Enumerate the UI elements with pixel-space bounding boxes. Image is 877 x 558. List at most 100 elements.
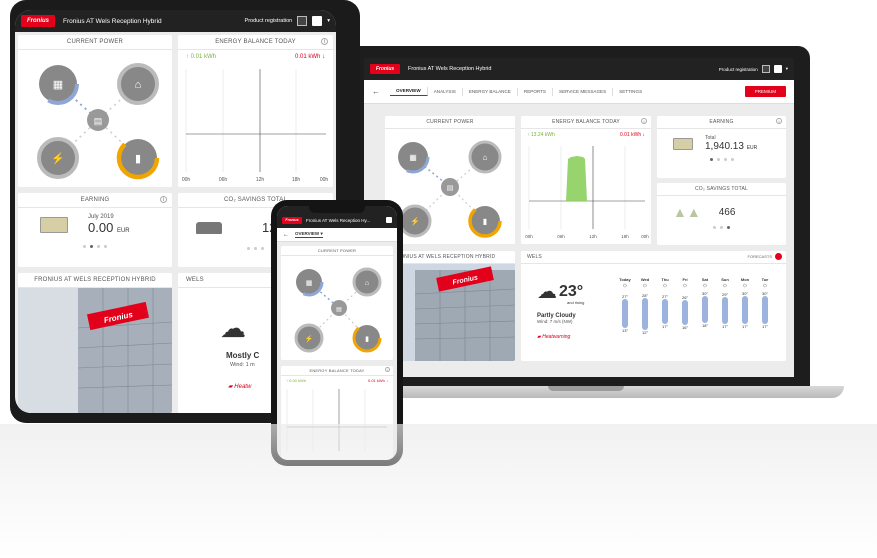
- laptop-navbar: ← OVERVIEW ANALYSIS ENERGY BALANCE REPOR…: [364, 80, 794, 104]
- energy-balance-chart: 00h 06h 12h 18h 00h: [525, 146, 649, 239]
- info-icon[interactable]: i: [776, 118, 782, 124]
- chevron-down-icon[interactable]: ▾: [786, 66, 788, 72]
- earning-value: 1,940.13: [705, 141, 744, 152]
- money-stack-icon: [40, 216, 68, 233]
- nav-overview[interactable]: OVERVIEW: [390, 87, 428, 96]
- system-title[interactable]: Fronius AT Wels Reception Hybrid: [63, 18, 162, 25]
- energy-balance-card[interactable]: ENERGY BALANCE TODAY i ↑ 13.24 kWh 0.01 …: [521, 116, 651, 244]
- fronius-logo[interactable]: Fronius: [282, 216, 302, 224]
- nav-settings[interactable]: SETTINGS: [613, 88, 648, 96]
- svg-text:▤: ▤: [336, 307, 342, 313]
- card-title: CO₂ SAVINGS TOTAL: [657, 183, 786, 196]
- carousel-dots[interactable]: [18, 245, 172, 248]
- svg-text:▤: ▤: [447, 185, 454, 192]
- system-title[interactable]: Fronius AT Wels Reception Hy...: [306, 218, 370, 223]
- earning-card[interactable]: EARNING i July 2019 0.00 EUR: [18, 193, 172, 267]
- user-icon[interactable]: [773, 65, 782, 73]
- current-power-card[interactable]: CURRENT POWER ▦ ⌂ ▤ ⚡ ▮: [281, 246, 393, 360]
- temperature-bar: [662, 299, 668, 324]
- svg-text:▤: ▤: [94, 116, 103, 126]
- weather-card[interactable]: WELS FORECASTS ☁ 23° and rising Partly C…: [521, 251, 786, 361]
- nav-service-messages[interactable]: SERVICE MESSAGES: [553, 87, 614, 96]
- card-title: ENERGY BALANCE TODAY: [178, 35, 333, 50]
- svg-text:▮: ▮: [483, 217, 487, 226]
- heat-warning[interactable]: ▰ Heatw: [228, 383, 251, 390]
- forecast-low: 12°: [641, 329, 649, 335]
- info-icon[interactable]: i: [641, 118, 647, 124]
- fronius-logo[interactable]: Fronius: [370, 64, 400, 74]
- info-icon[interactable]: i: [321, 38, 328, 45]
- svg-text:⚡: ⚡: [51, 152, 65, 165]
- x-tick: 18h: [292, 177, 301, 183]
- user-icon[interactable]: [312, 16, 323, 26]
- x-tick: 06h: [557, 234, 565, 239]
- sun-icon: ☼: [721, 282, 729, 289]
- power-flow-diagram: ▦ ⌂ ▤ ⚡ ▮: [37, 63, 160, 180]
- svg-text:▮: ▮: [135, 153, 141, 165]
- back-arrow-icon[interactable]: ←: [283, 232, 289, 238]
- forecast-day: Sat ☼ 30° 18°: [697, 277, 713, 335]
- partly-cloudy-icon: ☁: [220, 313, 246, 343]
- system-image-card[interactable]: FRONIUS AT WELS RECEPTION HYBRID Fronius: [385, 251, 515, 361]
- trees-icon: ▲▲: [673, 204, 701, 220]
- carousel-dots[interactable]: [657, 226, 786, 229]
- card-title: EARNING: [18, 193, 172, 208]
- alert-icon[interactable]: [775, 253, 782, 260]
- co2-value: 466: [718, 206, 736, 218]
- weather-wind: Wind: 7 m/s (NW): [537, 319, 573, 324]
- svg-text:⚡: ⚡: [305, 334, 314, 343]
- current-power-card[interactable]: CURRENT POWER ▦ ⌂ ▤ ⚡ ▮: [18, 35, 172, 187]
- x-axis-ticks: 00h 06h 12h 18h 00h: [182, 177, 329, 183]
- card-title: WELS: [521, 251, 786, 264]
- nav-select[interactable]: OVERVIEW ▾: [295, 231, 323, 238]
- registration-icon[interactable]: [297, 16, 308, 26]
- nav-analysis[interactable]: ANALYSIS: [428, 87, 463, 96]
- nav-reports[interactable]: REPORTS: [518, 87, 553, 96]
- svg-text:▦: ▦: [306, 280, 313, 287]
- sun-icon: ☼: [741, 282, 749, 289]
- sun-icon: ☼: [641, 282, 649, 289]
- x-tick: 00h: [320, 177, 329, 183]
- svg-text:⌂: ⌂: [483, 153, 488, 162]
- card-title: EARNING: [657, 116, 786, 129]
- energy-consumed: 0.01 kWh ↓: [367, 378, 388, 383]
- product-registration-link[interactable]: Product registration: [245, 18, 293, 24]
- energy-balance-card[interactable]: ENERGY BALANCE TODAY i ↑ 0.01 kWh 0.01 k…: [178, 35, 333, 187]
- forecast-low: 17°: [661, 324, 669, 329]
- premium-button[interactable]: PREMIUM: [744, 86, 786, 97]
- carousel-dots[interactable]: [657, 158, 786, 161]
- info-icon[interactable]: i: [385, 367, 390, 372]
- power-flow-diagram: ▦ ⌂ ▤ ⚡ ▮: [396, 140, 502, 238]
- product-registration-link[interactable]: Product registration: [719, 67, 758, 72]
- forecast-label[interactable]: FORECASTS: [748, 254, 772, 259]
- car-icon: [196, 221, 222, 234]
- registration-icon[interactable]: [761, 65, 770, 73]
- temperature-bar: [642, 298, 648, 330]
- system-title[interactable]: Fronius AT Wels Reception Hybrid: [408, 66, 491, 72]
- chevron-down-icon[interactable]: ▾: [327, 18, 330, 24]
- building-photo: Fronius: [18, 288, 172, 413]
- card-title: ENERGY BALANCE TODAY: [281, 366, 393, 376]
- laptop-topbar: Fronius Fronius AT Wels Reception Hybrid…: [364, 58, 794, 80]
- card-title: ENERGY BALANCE TODAY: [521, 116, 651, 129]
- earning-card[interactable]: EARNING i Total 1,940.13 EUR: [657, 116, 786, 178]
- co2-savings-card[interactable]: CO₂ SAVINGS TOTAL ▲▲ 466: [657, 183, 786, 245]
- weather-condition: Mostly C: [226, 351, 260, 360]
- user-icon[interactable]: [386, 217, 392, 223]
- weather-wind: Wind: 1 m: [230, 362, 255, 368]
- current-power-card[interactable]: CURRENT POWER ▦ ⌂ ▤ ⚡ ▮: [385, 116, 515, 244]
- forecast-day: Wed ☼ 28° 12°: [637, 277, 653, 335]
- sun-icon: ☼: [761, 282, 769, 289]
- fronius-logo[interactable]: Fronius: [21, 15, 55, 27]
- temperature-bar: [702, 296, 708, 324]
- tablet-topbar: Fronius Fronius AT Wels Reception Hybrid…: [15, 10, 336, 32]
- system-image-card[interactable]: FRONIUS AT WELS RECEPTION HYBRID Fronius: [18, 273, 172, 413]
- temp-trend: and rising: [567, 300, 585, 305]
- back-arrow-icon[interactable]: ←: [372, 87, 380, 96]
- card-title: FRONIUS AT WELS RECEPTION HYBRID: [18, 273, 172, 288]
- info-icon[interactable]: i: [160, 196, 167, 203]
- energy-produced: ↑ 0.01 kWh: [186, 54, 217, 60]
- heat-warning[interactable]: ▰ Heatwarning: [537, 334, 584, 340]
- nav-energy-balance[interactable]: ENERGY BALANCE: [463, 87, 518, 96]
- x-tick: 06h: [219, 177, 228, 183]
